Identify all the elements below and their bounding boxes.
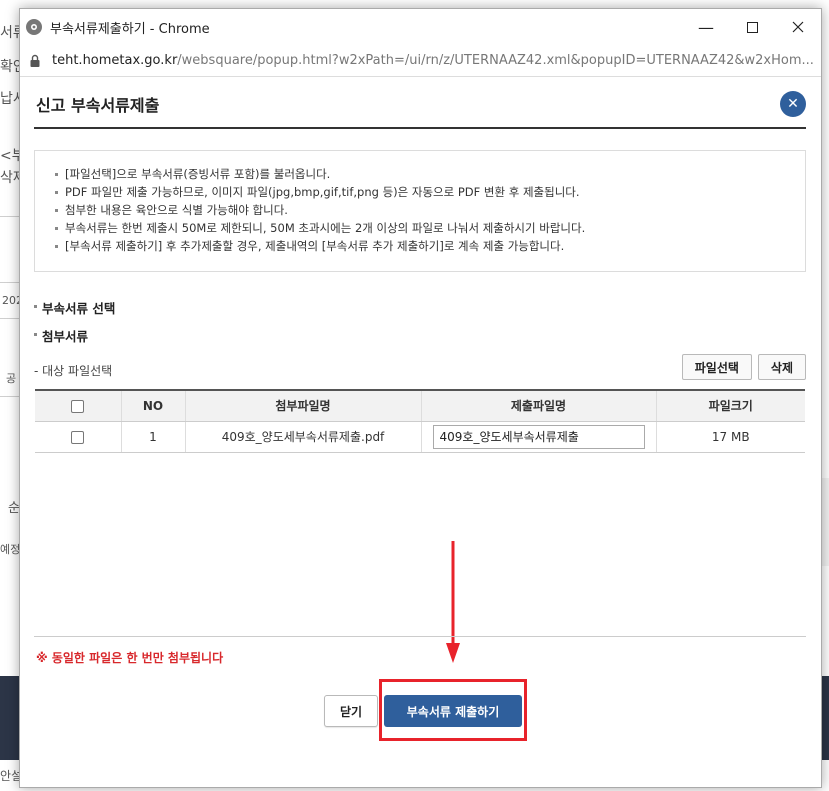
row-size: 17 MB [655, 421, 805, 453]
window-titlebar: 부속서류제출하기 - Chrome — [20, 9, 821, 45]
window-title: 부속서류제출하기 - Chrome [50, 21, 210, 37]
chrome-popup-window: 부속서류제출하기 - Chrome — teht.hometax.go.kr/w… [19, 8, 822, 788]
popup-header: 신고 부속서류제출 ✕ [34, 81, 806, 129]
notice-box: [파일선택]으로 부속서류(증빙서류 포함)를 불러옵니다. PDF 파일만 제… [34, 150, 806, 272]
duplicate-file-warning: ※ 동일한 파일은 한 번만 첨부됩니다 [36, 651, 224, 665]
settings-gear-icon [26, 19, 42, 35]
table-row: 1 409호_양도세부속서류제출.pdf 17 MB [35, 421, 805, 453]
highlight-annotation-box [379, 679, 527, 741]
close-popup-icon[interactable]: ✕ [780, 91, 806, 117]
notice-item: 부속서류는 한번 제출시 50M로 제한되니, 50M 초과시에는 2개 이상의… [55, 219, 785, 237]
notice-item: 첨부한 내용은 육안으로 식별 가능해야 합니다. [55, 201, 785, 219]
address-bar[interactable]: teht.hometax.go.kr/websquare/popup.html?… [20, 45, 821, 77]
row-checkbox[interactable] [71, 430, 85, 444]
column-header-size: 파일크기 [655, 389, 805, 422]
bg-fragment: 공 [6, 372, 17, 385]
section-title-attach: 첨부서류 [34, 326, 806, 345]
row-attach-name: 409호_양도세부속서류제출.pdf [184, 421, 421, 453]
select-all-cell[interactable] [35, 389, 121, 422]
url-text[interactable]: teht.hometax.go.kr/websquare/popup.html?… [52, 53, 814, 68]
row-submit-name-cell [420, 421, 656, 453]
close-window-icon[interactable] [775, 9, 821, 45]
delete-button[interactable]: 삭제 [757, 354, 806, 380]
notice-item: PDF 파일만 제출 가능하므로, 이미지 파일(jpg,bmp,gif,tif… [55, 183, 785, 201]
column-header-submit-name: 제출파일명 [420, 389, 656, 422]
file-toolbar: - 대상 파일선택 파일선택 삭제 [34, 354, 806, 383]
bg-fragment: 예정 [0, 543, 21, 556]
column-header-attach-name: 첨부파일명 [184, 389, 421, 422]
arrow-down-annotation-icon [446, 541, 460, 663]
section-title-select: 부속서류 선택 [34, 298, 806, 317]
notice-item: [부속서류 제출하기] 후 추가제출할 경우, 제출내역의 [부속서류 추가 제… [55, 237, 785, 255]
select-file-button[interactable]: 파일선택 [681, 354, 752, 380]
maximize-icon[interactable] [729, 9, 775, 45]
popup-title: 신고 부속서류제출 [36, 96, 160, 115]
attachment-table: NO 첨부파일명 제출파일명 파일크기 1 409호_양도세부속서류제출.pdf… [35, 389, 805, 453]
target-file-label: - 대상 파일선택 [34, 363, 113, 378]
close-button[interactable]: 닫기 [324, 695, 378, 727]
lock-icon [30, 54, 40, 67]
popup-content: 신고 부속서류제출 ✕ [파일선택]으로 부속서류(증빙서류 포함)를 불러옵니… [34, 81, 806, 741]
notice-item: [파일선택]으로 부속서류(증빙서류 포함)를 불러옵니다. [55, 165, 785, 183]
table-header-row: NO 첨부파일명 제출파일명 파일크기 [35, 389, 805, 422]
row-no: 1 [120, 421, 185, 453]
submit-name-input[interactable] [432, 424, 645, 449]
select-all-checkbox[interactable] [71, 399, 85, 413]
minimize-icon[interactable]: — [683, 9, 729, 45]
column-header-no: NO [120, 389, 185, 422]
